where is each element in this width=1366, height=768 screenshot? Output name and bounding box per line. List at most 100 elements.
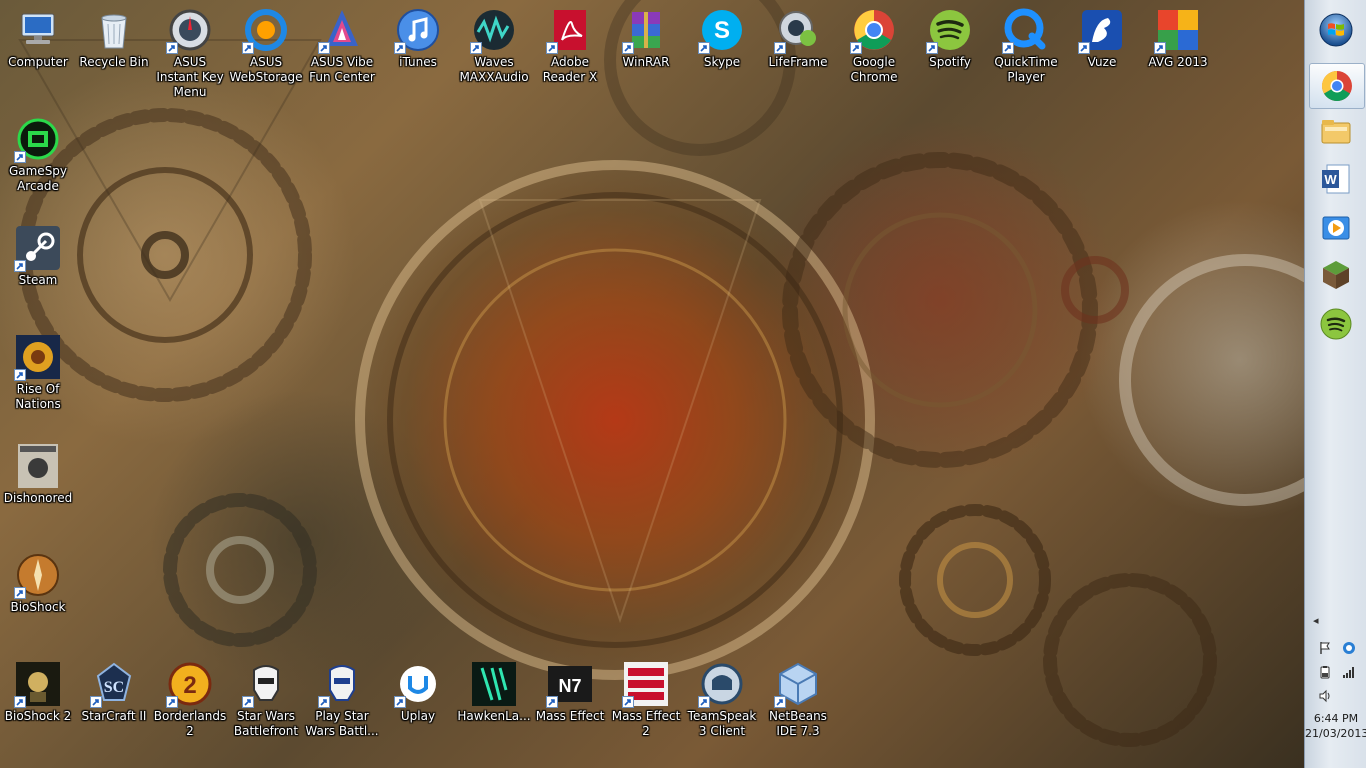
shortcut-arrow-icon: [166, 42, 178, 54]
start-button[interactable]: [1309, 2, 1363, 58]
spotify-icon: [1320, 308, 1352, 340]
desktop-icon-rise-of-nations[interactable]: Rise Of Nations: [0, 333, 76, 412]
desktop-icon-adobe-reader[interactable]: Adobe Reader X: [532, 6, 608, 85]
shortcut-arrow-icon: [90, 696, 102, 708]
shortcut-arrow-icon: [394, 42, 406, 54]
shortcut-arrow-icon: [1078, 42, 1090, 54]
battery-icon[interactable]: [1318, 664, 1332, 679]
shortcut-arrow-icon: [14, 587, 26, 599]
star-wars-battlefront-icon: [242, 660, 290, 708]
network-tray-icon[interactable]: [1342, 640, 1356, 654]
desktop-icon-label: BioShock 2: [4, 709, 72, 723]
desktop-icon-asus-webstorage[interactable]: ASUS WebStorage: [228, 6, 304, 85]
desktop-icon-chrome[interactable]: Google Chrome: [836, 6, 912, 85]
desktop-icon-uplay[interactable]: Uplay: [380, 660, 456, 724]
shortcut-arrow-icon: [318, 696, 330, 708]
taskbar-media-player-button[interactable]: [1309, 206, 1363, 250]
desktop-icon-vuze[interactable]: Vuze: [1064, 6, 1140, 70]
taskbar-chrome-button[interactable]: [1309, 63, 1365, 109]
desktop-icon-label: GameSpy Arcade: [8, 164, 68, 193]
desktop-icon-netbeans[interactable]: NetBeans IDE 7.3: [760, 660, 836, 739]
shortcut-arrow-icon: [242, 696, 254, 708]
desktop-icon-spotify[interactable]: Spotify: [912, 6, 988, 70]
wallpaper-gears: [18, 0, 1304, 747]
volume-icon[interactable]: [1318, 688, 1332, 703]
desktop-icon-bioshock2[interactable]: BioShock 2: [0, 660, 76, 724]
clock[interactable]: 6:44 PM 21/03/2013: [1305, 711, 1366, 741]
desktop-icon-skype[interactable]: S Skype: [684, 6, 760, 70]
shortcut-arrow-icon: [622, 42, 634, 54]
shortcut-arrow-icon: [850, 42, 862, 54]
desktop-icon-hawken[interactable]: HawkenLa...: [456, 660, 532, 724]
desktop-icon-label: Borderlands 2: [153, 709, 227, 738]
flag-icon[interactable]: [1318, 640, 1332, 654]
desktop-icon-starcraft2[interactable]: SC StarCraft II: [76, 660, 152, 724]
tray-expand-button[interactable]: ◂: [1313, 614, 1319, 627]
asus-vibe-icon: [318, 6, 366, 54]
taskbar-spotify-button[interactable]: [1309, 302, 1363, 346]
svg-text:W: W: [1324, 172, 1337, 187]
chrome-icon: [1321, 71, 1352, 102]
taskbar: W ◂ 6:44 PM 21/03/2013: [1304, 0, 1366, 768]
shortcut-arrow-icon: [1154, 42, 1166, 54]
shortcut-arrow-icon: [166, 696, 178, 708]
desktop-icon-dishonored[interactable]: Dishonored: [0, 442, 76, 506]
desktop-icon-steam[interactable]: Steam: [0, 224, 76, 288]
shortcut-arrow-icon: [1002, 42, 1014, 54]
desktop-icon-quicktime[interactable]: QuickTime Player: [988, 6, 1064, 85]
desktop-icon-label: Rise Of Nations: [15, 382, 61, 411]
taskbar-explorer-button[interactable]: [1309, 110, 1363, 154]
desktop-icon-label: Uplay: [400, 709, 436, 723]
word-icon: W: [1322, 164, 1350, 194]
desktop-icon-mass-effect[interactable]: N7 Mass Effect: [532, 660, 608, 724]
svg-text:2: 2: [183, 672, 196, 699]
signal-icon[interactable]: [1342, 664, 1356, 678]
starcraft2-icon: SC: [90, 660, 138, 708]
bioshock-icon: [14, 551, 62, 599]
vuze-icon: [1078, 6, 1126, 54]
desktop-icon-winrar[interactable]: WinRAR: [608, 6, 684, 70]
star-wars-battlefront2-icon: [318, 660, 366, 708]
desktop-icon-label: Skype: [703, 55, 741, 69]
desktop-icon-bioshock[interactable]: BioShock: [0, 551, 76, 615]
recycle-bin-icon: [90, 6, 138, 54]
desktop-icon-label: Spotify: [929, 55, 971, 69]
computer-icon: [14, 6, 62, 54]
desktop-icon-computer[interactable]: Computer: [0, 6, 76, 70]
waves-icon: [470, 6, 518, 54]
desktop-icon-label: Recycle Bin: [79, 55, 149, 69]
desktop-icon-gamespy[interactable]: GameSpy Arcade: [0, 115, 76, 194]
desktop-icon-label: BioShock: [10, 600, 66, 614]
desktop-icon-label: StarCraft II: [81, 709, 147, 723]
desktop-icon-recycle-bin[interactable]: Recycle Bin: [76, 6, 152, 70]
hawken-icon: [470, 660, 518, 708]
desktop-icon-mass-effect2[interactable]: Mass Effect 2: [608, 660, 684, 739]
desktop-icon-label: Dishonored: [3, 491, 73, 505]
minecraft-icon: [1323, 261, 1349, 289]
teamspeak-icon: [698, 660, 746, 708]
steam-icon: [14, 224, 62, 272]
shortcut-arrow-icon: [242, 42, 254, 54]
taskbar-word-button[interactable]: W: [1309, 157, 1363, 201]
taskbar-minecraft-button[interactable]: [1309, 253, 1363, 297]
desktop-icon-itunes[interactable]: iTunes: [380, 6, 456, 70]
desktop-icon-avg[interactable]: AVG 2013: [1140, 6, 1216, 70]
desktop-icon-borderlands2[interactable]: 2 Borderlands 2: [152, 660, 228, 739]
desktop-icon-label: Steam: [18, 273, 58, 287]
netbeans-icon: [774, 660, 822, 708]
spotify-icon: [926, 6, 974, 54]
desktop-icon-star-wars-battlefront[interactable]: Star Wars Battlefront: [228, 660, 304, 739]
desktop-icon-asus-vibe[interactable]: ASUS Vibe Fun Center: [304, 6, 380, 85]
shortcut-arrow-icon: [14, 151, 26, 163]
desktop-icon-label: Adobe Reader X: [542, 55, 598, 84]
desktop-icon-asus-instant-key[interactable]: ASUS Instant Key Menu: [152, 6, 228, 100]
desktop-icon-label: QuickTime Player: [994, 55, 1058, 84]
desktop-icon-label: ASUS Instant Key Menu: [156, 55, 224, 99]
dishonored-icon: [14, 442, 62, 490]
desktop-icon-star-wars-battlefront2[interactable]: Play Star Wars Battl...: [304, 660, 380, 739]
shortcut-arrow-icon: [546, 42, 558, 54]
winrar-icon: [622, 6, 670, 54]
desktop-icon-lifeframe[interactable]: LifeFrame: [760, 6, 836, 70]
desktop-icon-teamspeak[interactable]: TeamSpeak 3 Client: [684, 660, 760, 739]
desktop-icon-waves[interactable]: Waves MAXXAudio: [456, 6, 532, 85]
